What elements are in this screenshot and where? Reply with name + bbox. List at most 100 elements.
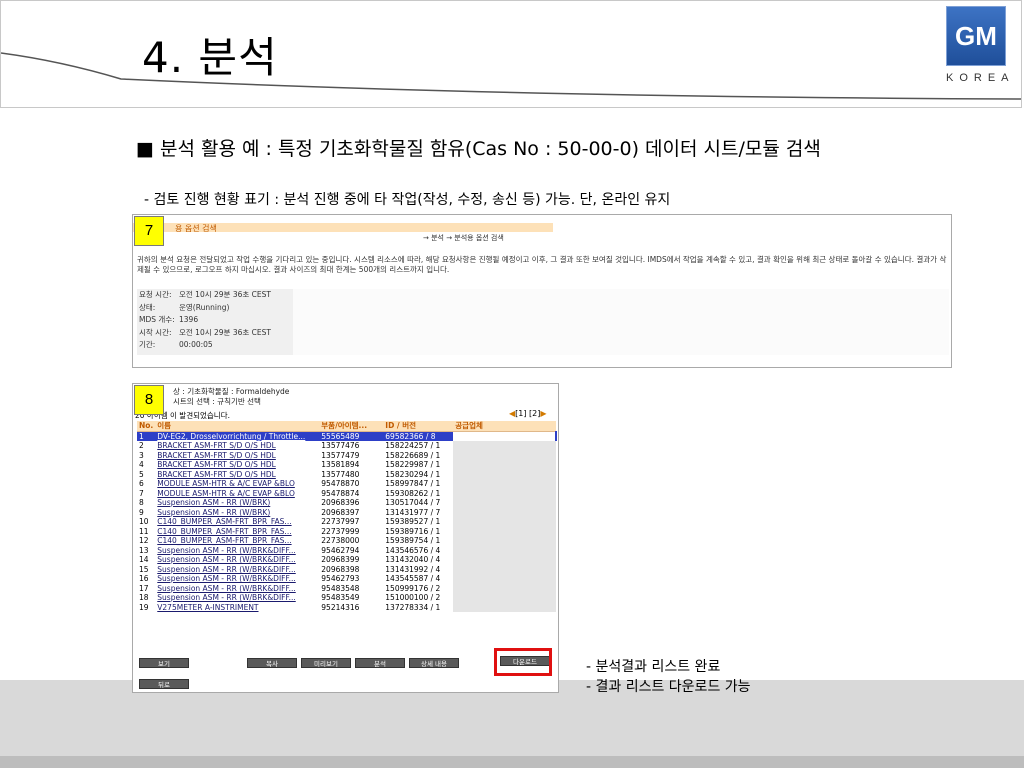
note-list-complete: - 분석결과 리스트 완료 [586,659,721,675]
cell-part: 22737997 [321,517,360,526]
cell-id: 158230294 / 1 [385,469,441,479]
table-row[interactable]: 15 Suspension ASM - RR (W/BRK&DIFF... 2096… [137,564,556,575]
cell-name[interactable]: DV-EG2, Drosselvorrichtung / Throttle... [155,431,320,441]
cell-part: 95478874 [321,488,360,498]
table-row[interactable]: 7 MODULE ASM-HTR & A/C EVAP &BLO 95478874 1… [137,488,556,499]
cell-name[interactable]: MODULE ASM-HTR & A/C EVAP &BLO [155,489,319,499]
bullet-subtext: - 검토 진행 현황 표기 : 분석 진행 중에 타 작업(작성, 수정, 송신… [144,192,671,208]
cell-no: 4 [139,460,144,469]
copy-button[interactable]: 복사 [247,658,297,668]
table-row[interactable]: 8 Suspension ASM - RR (W/BRK) 20968396 1305… [137,498,556,508]
col-name[interactable]: 이름 [155,421,320,432]
gm-korea-text: KOREA [946,72,1015,84]
cell-id: 151000100 / 2 [385,593,441,602]
cell-name[interactable]: BRACKET ASM-FRT S/D O/S HDL [155,451,319,461]
table-row[interactable]: 19 V275METER A-INSTRIMENT 95214316 13727833… [137,602,556,613]
table-row[interactable]: 6 MODULE ASM-HTR & A/C EVAP &BLO 95478870 1… [137,479,556,489]
cell-supplier [453,450,556,460]
table-row[interactable]: 17 Suspension ASM - RR (W/BRK&DIFF... 9548… [137,583,556,594]
table-row[interactable]: 5 BRACKET ASM-FRT S/D O/S HDL 13577480 1582… [137,469,556,480]
cell-name[interactable]: MODULE ASM-HTR & A/C EVAP &BLO [155,479,319,489]
table-row[interactable]: 2 BRACKET ASM-FRT S/D O/S HDL 13577476 1582… [137,441,556,451]
table-row[interactable]: 1 DV-EG2, Drosselvorrichtung / Throttle..… [137,431,557,441]
table-header-row: No. 이름 부품/아이템... ID / 버전 공급업체 [137,421,556,432]
col-supplier[interactable]: 공급업체 [453,421,556,432]
table-row[interactable]: 10 C140_BUMPER_ASM-FRT_BPR_FAS... 22737997… [137,517,556,527]
cell-part: 13577476 [321,441,360,450]
cell-supplier [453,583,556,593]
cell-supplier [453,507,556,517]
cell-part: 22737999 [321,526,360,536]
preview-button[interactable]: 미리보기 [301,658,351,668]
cell-id: 143546576 / 4 [385,545,441,555]
next-page-icon[interactable]: ▶ [540,409,546,418]
cell-name[interactable]: C140_BUMPER_ASM-FRT_BPR_FAS... [155,517,319,527]
cell-no: 3 [139,450,144,460]
col-part[interactable]: 부품/아이템... [319,421,384,432]
table-row[interactable]: 9 Suspension ASM - RR (W/BRK) 20968397 1314… [137,507,556,518]
cell-name[interactable]: BRACKET ASM-FRT S/D O/S HDL [155,470,319,480]
bullet-heading: ■ 분석 활용 예 : 특정 기초화학물질 함유(Cas No : 50-00-… [136,138,821,160]
download-highlight-box [494,648,552,676]
analyze-button[interactable]: 분석 [355,658,405,668]
cell-part: 95462794 [321,545,360,555]
cell-name[interactable]: Suspension ASM - RR (W/BRK&DIFF... [155,555,319,565]
cell-part: 95478870 [321,479,360,488]
cell-name[interactable]: V275METER A-INSTRIMENT [155,603,319,613]
cell-id: 69582366 / 8 [383,431,454,441]
cell-name[interactable]: Suspension ASM - RR (W/BRK&DIFF... [155,546,319,556]
cell-name[interactable]: BRACKET ASM-FRT S/D O/S HDL [155,441,319,451]
table-row[interactable]: 18 Suspension ASM - RR (W/BRK&DIFF... 9548… [137,593,556,603]
col-no: No. [137,421,156,432]
cell-supplier [453,498,556,508]
table-row[interactable]: 4 BRACKET ASM-FRT S/D O/S HDL 13581894 1582… [137,460,556,470]
cell-name[interactable]: Suspension ASM - RR (W/BRK&DIFF... [155,584,319,594]
cell-name[interactable]: Suspension ASM - RR (W/BRK&DIFF... [155,565,319,575]
footer-band-dark [0,756,1024,768]
table-row[interactable]: 16 Suspension ASM - RR (W/BRK&DIFF... 9546… [137,574,556,584]
cell-part: 20968399 [321,555,360,564]
table-row[interactable]: 14 Suspension ASM - RR (W/BRK&DIFF... 2096… [137,555,556,565]
table-row[interactable]: 12 C140_BUMPER_ASM-FRT_BPR_FAS... 22738000… [137,536,556,546]
info-row-mds-count: MDS 개수: 1396 [139,315,199,324]
cell-part: 20968396 [321,498,360,507]
cell-part: 20968398 [321,564,360,574]
cell-part: 95462793 [321,574,360,583]
info-row-duration: 기간: 00:00:05 [139,340,213,349]
col-id[interactable]: ID / 버전 [383,421,454,432]
results-table-body: 1 DV-EG2, Drosselvorrichtung / Throttle..… [137,431,557,613]
cell-id: 130517044 / 7 [385,498,441,507]
screenshot-analysis-status: 용 옵션 검색 → 분석 → 분석용 옵션 검색 귀하의 분석 요청은 전달되었… [132,214,952,368]
cell-name[interactable]: Suspension ASM - RR (W/BRK&DIFF... [155,574,319,584]
cell-name[interactable]: Suspension ASM - RR (W/BRK) [155,498,319,508]
cell-id: 131432040 / 4 [385,555,441,564]
cell-no: 13 [139,545,149,555]
results-table: No. 이름 부품/아이템... ID / 버전 공급업체 1 DV-EG2, D… [137,421,557,612]
cell-supplier [453,479,556,489]
table-row[interactable]: 11 C140_BUMPER_ASM-FRT_BPR_FAS... 22737999… [137,526,556,537]
detail-button[interactable]: 상세 내용 [409,658,459,668]
cell-supplier [453,564,556,574]
criteria-substance: 상 : 기초화학물질 : Formaldehyde [173,387,290,396]
cell-name[interactable]: Suspension ASM - RR (W/BRK) [155,508,319,518]
cell-supplier [453,460,556,470]
cell-name[interactable]: C140_BUMPER_ASM-FRT_BPR_FAS... [155,527,319,537]
page-links[interactable]: [1] [2] [515,409,540,418]
cell-name[interactable]: C140_BUMPER_ASM-FRT_BPR_FAS... [155,536,319,546]
cell-supplier [453,602,556,612]
cell-id: 159389527 / 1 [385,517,441,526]
table-row[interactable]: 13 Suspension ASM - RR (W/BRK&DIFF... 9546… [137,545,556,556]
back-button[interactable]: 뒤로 [139,679,189,689]
cell-no: 18 [139,593,149,602]
cell-part: 13577479 [321,450,360,460]
cell-name[interactable]: Suspension ASM - RR (W/BRK&DIFF... [155,593,319,603]
cell-supplier [453,441,556,451]
cell-no: 6 [139,479,144,488]
cell-part: 95483548 [321,583,360,593]
table-row[interactable]: 3 BRACKET ASM-FRT S/D O/S HDL 13577479 1582… [137,450,556,461]
view-button[interactable]: 보기 [139,658,189,668]
pager: ◀[1] [2]▶ [509,409,547,418]
cell-no: 14 [139,555,149,564]
cell-name[interactable]: BRACKET ASM-FRT S/D O/S HDL [155,460,319,470]
cell-no: 7 [139,488,144,498]
